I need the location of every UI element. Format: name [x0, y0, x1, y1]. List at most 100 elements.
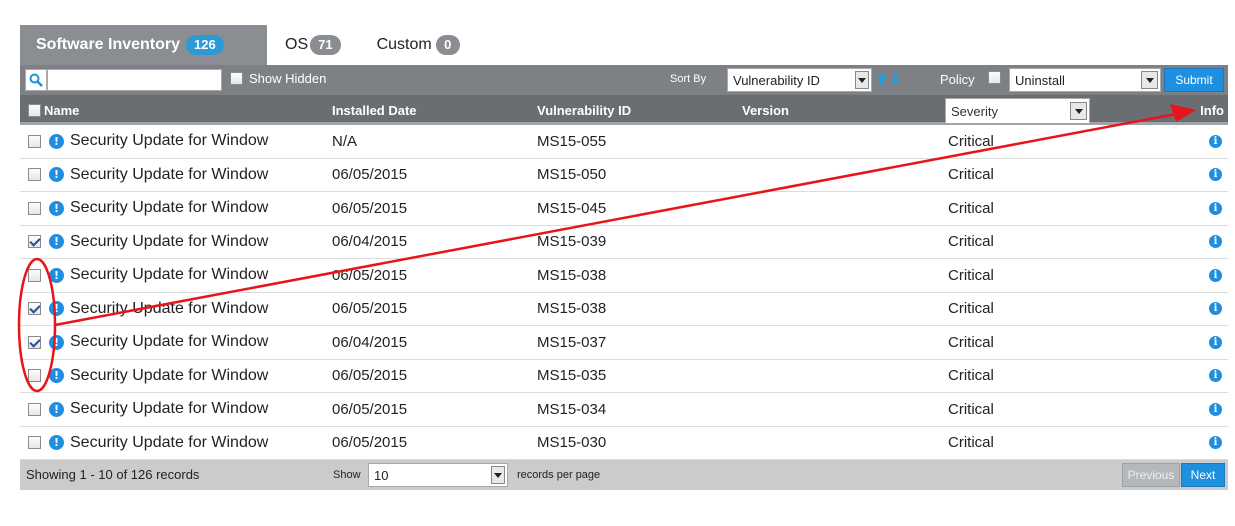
- table-row[interactable]: ! Security Update for Window 06/05/2015 …: [20, 393, 1228, 427]
- installed-date: 06/05/2015: [332, 434, 408, 452]
- show-hidden-toggle[interactable]: Show Hidden: [230, 71, 326, 86]
- row-checkbox[interactable]: [28, 201, 41, 215]
- table-row[interactable]: ! Security Update for Window N/A MS15-05…: [20, 125, 1228, 159]
- installed-date: N/A: [332, 132, 358, 150]
- name-cell: ! Security Update for Window: [28, 233, 268, 251]
- column-vulnerability-id[interactable]: Vulnerability ID: [537, 103, 631, 118]
- software-name: Security Update for Window: [70, 299, 269, 317]
- tab-label: Custom: [376, 36, 432, 53]
- table-row[interactable]: ! Security Update for Window 06/05/2015 …: [20, 192, 1228, 226]
- row-checkbox[interactable]: [28, 168, 41, 182]
- submit-button[interactable]: Submit: [1164, 68, 1224, 92]
- chevron-down-icon: [491, 466, 505, 484]
- severity: Critical: [948, 367, 994, 385]
- row-checkbox[interactable]: [28, 268, 41, 282]
- per-page-select[interactable]: 10: [368, 463, 508, 487]
- info-icon[interactable]: i: [1209, 235, 1222, 249]
- records-summary: Showing 1 - 10 of 126 records: [26, 467, 200, 482]
- name-cell: ! Security Update for Window: [28, 266, 268, 284]
- info-icon[interactable]: i: [1209, 436, 1222, 450]
- info-icon[interactable]: i: [1209, 402, 1222, 416]
- software-name: Security Update for Window: [70, 199, 269, 217]
- row-checkbox[interactable]: [28, 134, 41, 148]
- policy-label: Policy: [940, 72, 975, 87]
- severity: Critical: [948, 400, 994, 418]
- severity-select[interactable]: Severity: [945, 98, 1090, 124]
- severity: Critical: [948, 199, 994, 217]
- policy-value: Uninstall: [1015, 72, 1065, 88]
- sort-by-value: Vulnerability ID: [733, 72, 820, 88]
- vulnerability-id: MS15-038: [537, 266, 607, 284]
- row-checkbox[interactable]: [28, 436, 41, 450]
- policy-checkbox[interactable]: [988, 71, 1001, 84]
- show-label: Show: [333, 469, 361, 481]
- show-hidden-checkbox[interactable]: [230, 72, 243, 85]
- info-icon[interactable]: i: [1209, 302, 1222, 316]
- table-row[interactable]: ! Security Update for Window 06/05/2015 …: [20, 293, 1228, 326]
- search-button[interactable]: [25, 69, 47, 91]
- next-button[interactable]: Next: [1181, 463, 1225, 487]
- alert-icon: !: [49, 234, 64, 250]
- severity: Critical: [948, 233, 994, 251]
- select-all-checkbox[interactable]: [28, 104, 41, 117]
- installed-date: 06/05/2015: [332, 266, 408, 284]
- inventory-panel: Software Inventory 126 OS 71 Custom 0 Sh…: [20, 25, 1228, 490]
- table-row[interactable]: ! Security Update for Window 06/05/2015 …: [20, 159, 1228, 192]
- name-cell: ! Security Update for Window: [28, 166, 268, 184]
- column-name[interactable]: Name: [44, 103, 79, 118]
- info-icon[interactable]: i: [1209, 201, 1222, 215]
- info-icon[interactable]: i: [1209, 369, 1222, 383]
- info-icon[interactable]: i: [1209, 268, 1222, 282]
- column-version[interactable]: Version: [742, 103, 789, 118]
- table-row[interactable]: ! Security Update for Window 06/05/2015 …: [20, 427, 1228, 460]
- search-icon: [29, 73, 43, 87]
- alert-icon: !: [49, 267, 64, 283]
- table-row[interactable]: ! Security Update for Window 06/04/2015 …: [20, 326, 1228, 360]
- software-name: Security Update for Window: [70, 232, 269, 250]
- software-name: Security Update for Window: [70, 165, 269, 183]
- name-cell: ! Security Update for Window: [28, 132, 268, 150]
- table-row[interactable]: ! Security Update for Window 06/04/2015 …: [20, 226, 1228, 259]
- installed-date: 06/05/2015: [332, 199, 408, 217]
- table-row[interactable]: ! Security Update for Window 06/05/2015 …: [20, 360, 1228, 393]
- severity: Critical: [948, 266, 994, 284]
- info-icon[interactable]: i: [1209, 134, 1222, 148]
- severity: Critical: [948, 333, 994, 351]
- row-checkbox[interactable]: [28, 302, 41, 316]
- software-name: Security Update for Window: [70, 433, 269, 451]
- search-input[interactable]: [47, 69, 222, 91]
- alert-icon: !: [49, 133, 64, 149]
- tab-custom[interactable]: Custom 0: [357, 25, 476, 65]
- name-cell: ! Security Update for Window: [28, 400, 268, 418]
- select-all[interactable]: Name: [28, 103, 79, 118]
- row-checkbox[interactable]: [28, 335, 41, 349]
- policy-select[interactable]: Uninstall: [1009, 68, 1161, 92]
- sort-by-select[interactable]: Vulnerability ID: [727, 68, 872, 92]
- severity-placeholder: Severity: [951, 103, 998, 119]
- chevron-down-icon: [855, 71, 869, 89]
- alert-icon: !: [49, 435, 64, 451]
- installed-date: 06/05/2015: [332, 400, 408, 418]
- vulnerability-id: MS15-034: [537, 400, 607, 418]
- vulnerability-id: MS15-037: [537, 333, 607, 351]
- severity: Critical: [948, 300, 994, 318]
- info-icon[interactable]: i: [1209, 335, 1222, 349]
- info-icon[interactable]: i: [1209, 168, 1222, 182]
- column-installed-date[interactable]: Installed Date: [332, 103, 417, 118]
- row-checkbox[interactable]: [28, 369, 41, 383]
- row-checkbox[interactable]: [28, 402, 41, 416]
- table-header: Name Installed Date Vulnerability ID Ver…: [20, 95, 1228, 125]
- count-badge: 126: [186, 35, 224, 55]
- count-badge: 71: [310, 35, 341, 55]
- tab-software-inventory[interactable]: Software Inventory 126: [20, 25, 267, 65]
- row-checkbox[interactable]: [28, 235, 41, 249]
- per-page-label: records per page: [517, 469, 601, 481]
- installed-date: 06/05/2015: [332, 367, 408, 385]
- tab-os[interactable]: OS 71: [267, 25, 357, 65]
- alert-icon: !: [49, 200, 64, 216]
- previous-button[interactable]: Previous: [1122, 463, 1180, 487]
- name-cell: ! Security Update for Window: [28, 367, 268, 385]
- table-row[interactable]: ! Security Update for Window 06/05/2015 …: [20, 259, 1228, 293]
- sort-arrows-icon[interactable]: [876, 72, 902, 86]
- count-badge: 0: [435, 35, 460, 55]
